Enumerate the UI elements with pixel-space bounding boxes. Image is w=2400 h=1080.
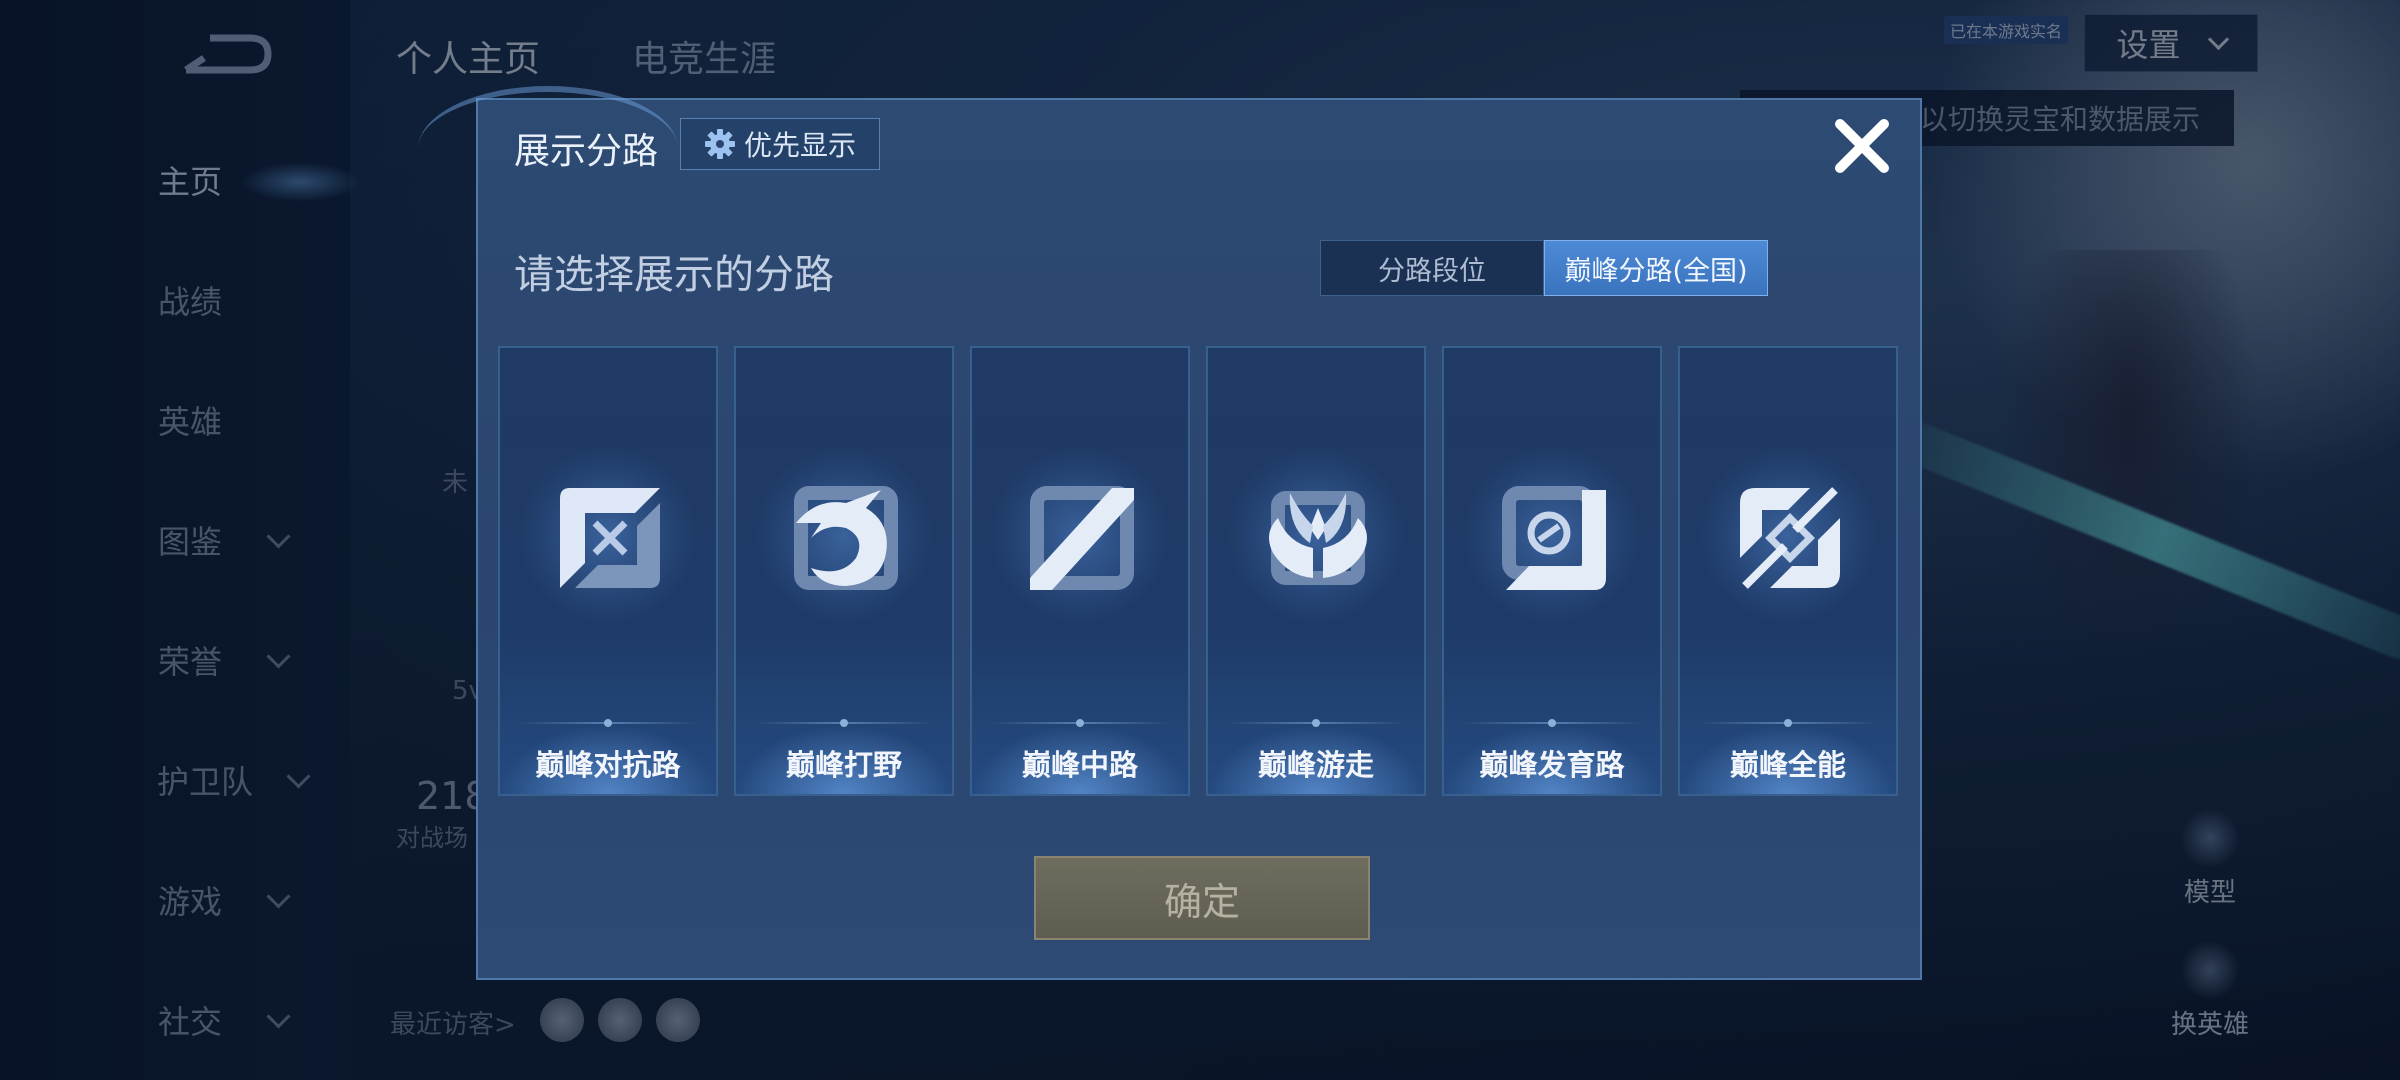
jungle-dragon-icon <box>794 486 898 590</box>
roam-wings-icon <box>1269 491 1367 585</box>
toggle-lane-rank[interactable]: 分路段位 <box>1320 240 1544 296</box>
lane-card-list: 巅峰对抗路 巅峰打野 巅峰中路 巅峰游走 巅峰发育路 巅峰全能 <box>498 346 1908 796</box>
lane-card-roam[interactable]: 巅峰游走 <box>1206 346 1426 796</box>
lane-card-label: 巅峰全能 <box>1729 748 1846 782</box>
lane-card-label: 巅峰打野 <box>785 748 902 782</box>
mid-lane-icon <box>1030 486 1134 590</box>
farm-lane-icon <box>1502 486 1606 590</box>
close-icon <box>1835 119 1889 173</box>
lane-mode-toggle: 分路段位 巅峰分路(全国) <box>1320 240 1776 296</box>
lane-card-label: 巅峰中路 <box>1021 748 1138 782</box>
priority-display-button[interactable]: 优先显示 <box>680 118 880 170</box>
dialog-title: 展示分路 <box>514 131 659 172</box>
close-button[interactable] <box>1830 114 1894 178</box>
all-round-icon <box>1740 487 1840 589</box>
gear-icon <box>704 129 735 159</box>
toggle-peak-lane-national[interactable]: 巅峰分路(全国) <box>1544 240 1768 296</box>
priority-display-label: 优先显示 <box>743 129 856 162</box>
clash-lane-icon <box>560 488 660 588</box>
confirm-button[interactable]: 确定 <box>1034 856 1370 940</box>
lane-display-dialog: 展示分路 优先显示 请选择展示的分路 分路段位 巅峰分路(全国) 巅峰对抗路 巅… <box>418 86 1922 980</box>
lane-card-jungle[interactable]: 巅峰打野 <box>734 346 954 796</box>
lane-card-label: 巅峰对抗路 <box>535 748 681 782</box>
lane-card-label: 巅峰发育路 <box>1479 748 1625 782</box>
lane-card-clash[interactable]: 巅峰对抗路 <box>498 346 718 796</box>
dialog-subtitle: 请选择展示的分路 <box>514 252 834 298</box>
lane-card-farm[interactable]: 巅峰发育路 <box>1442 346 1662 796</box>
lane-card-label: 巅峰游走 <box>1257 748 1374 782</box>
lane-card-all-round[interactable]: 巅峰全能 <box>1678 346 1898 796</box>
lane-card-mid[interactable]: 巅峰中路 <box>970 346 1190 796</box>
